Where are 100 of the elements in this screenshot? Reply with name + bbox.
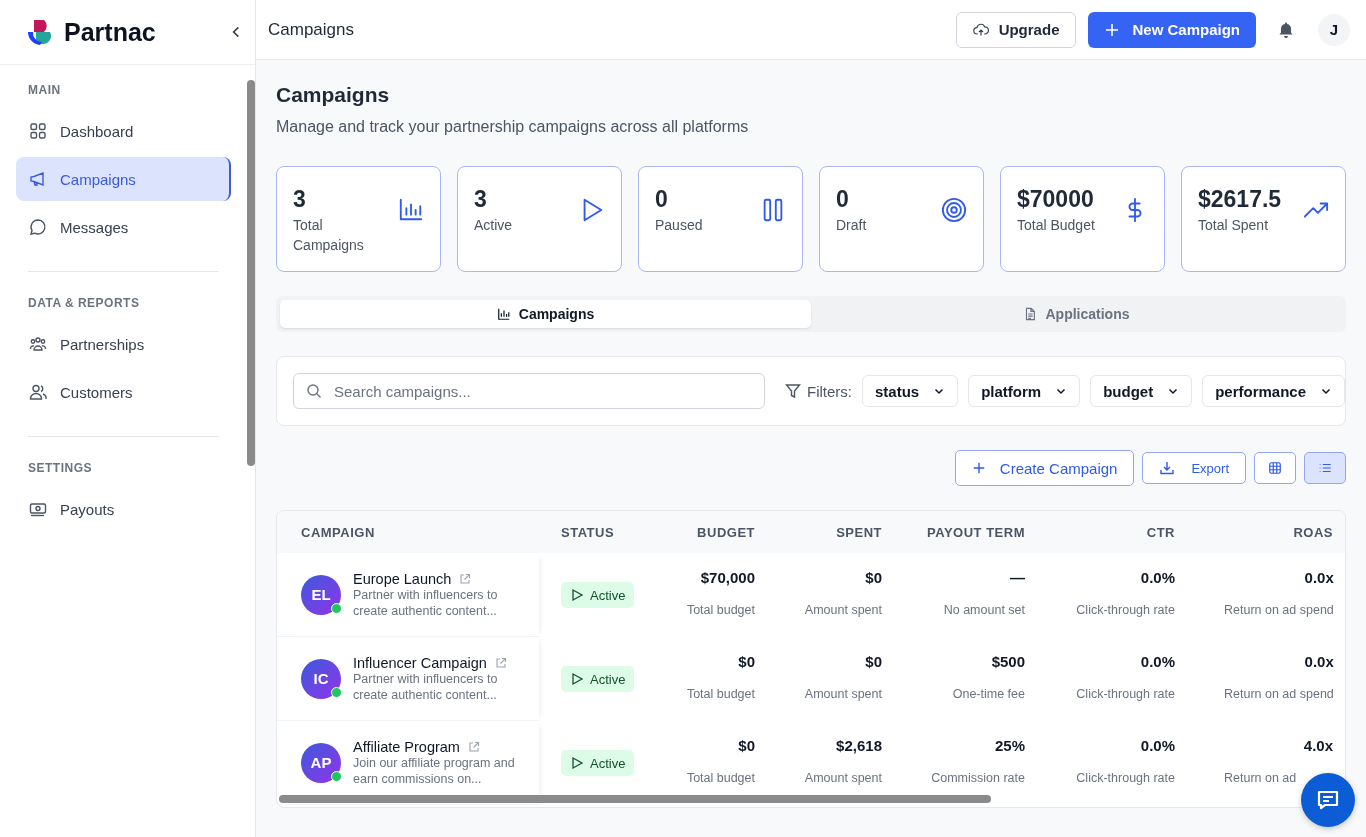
external-link-icon[interactable] <box>459 572 472 585</box>
download-icon <box>1159 460 1176 476</box>
stat-value: $2617.5 <box>1198 185 1282 213</box>
section-heading: SETTINGS <box>27 460 93 477</box>
filter-dropdown[interactable]: performance <box>1202 375 1346 407</box>
status-badge: Active <box>561 666 635 692</box>
nav-item[interactable]: Campaigns <box>16 157 231 201</box>
table-cell-caption: Click-through rate <box>1076 687 1175 701</box>
brand-name: Partnac <box>64 17 157 47</box>
external-link-icon[interactable] <box>467 740 480 753</box>
scrollbar[interactable] <box>279 795 991 803</box>
table-cell-caption: Commission rate <box>931 771 1025 785</box>
user-avatar[interactable]: J <box>1318 13 1350 46</box>
people-icon <box>28 334 48 354</box>
table-cell-caption: Total budget <box>686 687 755 701</box>
campaign-avatar: AP <box>301 742 341 783</box>
table-cell-value: $0 <box>738 653 755 670</box>
table-cell-value: 4.0x <box>1303 737 1333 754</box>
stat-value: 0 <box>836 185 850 213</box>
table-cell-caption: One-time fee <box>952 687 1025 701</box>
filters-label: Filters: <box>807 382 852 400</box>
campaign-avatar: IC <box>301 658 341 699</box>
column-header: ROAS <box>1292 524 1334 540</box>
cloud-upload-icon <box>972 21 989 38</box>
table-cell-value: 0.0x <box>1304 653 1334 670</box>
play-icon <box>570 588 584 602</box>
grid-view-button[interactable] <box>1254 452 1296 484</box>
table-cell-caption: No amount set <box>943 603 1025 617</box>
table-cell-value: 0.0% <box>1140 737 1175 754</box>
table-cell-caption: Amount spent <box>804 687 882 701</box>
campaign-name[interactable]: Europe Launch <box>353 570 452 587</box>
table-cell-caption: Return on ad spend <box>1224 687 1334 701</box>
table-cell-caption: Return on ad <box>1224 771 1297 785</box>
export-button[interactable]: Export <box>1142 452 1246 484</box>
column-header: CAMPAIGN <box>300 524 376 540</box>
table-cell-value: $0 <box>865 569 882 586</box>
stat-label: Active <box>474 216 513 235</box>
online-dot <box>331 602 342 614</box>
column-header: CTR <box>1145 524 1176 540</box>
upgrade-button[interactable]: Upgrade <box>955 11 1077 48</box>
nav-item[interactable]: Dashboard <box>16 109 231 153</box>
status-badge: Active <box>561 750 635 776</box>
table-cell-value: 0.0% <box>1140 569 1175 586</box>
online-dot <box>331 770 342 782</box>
play-icon <box>570 756 584 770</box>
nav-item[interactable]: Payouts <box>16 487 231 531</box>
plus-icon <box>971 461 986 475</box>
stat-label: Total Spent <box>1198 216 1270 235</box>
header-title: Campaigns <box>268 19 354 40</box>
campaign-avatar: EL <box>301 574 341 615</box>
create-campaign-button[interactable]: Create Campaign <box>954 450 1135 486</box>
stat-label: Draft <box>836 216 867 235</box>
campaign-name[interactable]: Influencer Campaign <box>353 654 487 671</box>
target-icon <box>941 197 967 223</box>
plus-icon <box>1104 21 1121 38</box>
chat-button[interactable] <box>1301 773 1355 827</box>
logo-icon <box>26 18 54 46</box>
bar-chart-icon <box>398 197 424 223</box>
stat-value: 3 <box>293 185 307 213</box>
filter-dropdown[interactable]: platform <box>968 375 1081 407</box>
table-cell-caption: Click-through rate <box>1076 603 1175 617</box>
campaign-description: Join our affiliate program and earn commissions on... <box>353 755 516 787</box>
stat-value: 0 <box>655 185 669 213</box>
nav-item[interactable]: Messages <box>16 205 231 249</box>
table-cell-caption: Amount spent <box>804 603 882 617</box>
tab[interactable]: Applications <box>811 300 1342 328</box>
chat-bubble-icon <box>28 217 48 237</box>
stat-value: $70000 <box>1017 185 1095 213</box>
table-cell-caption: Total budget <box>686 771 755 785</box>
search-icon <box>306 383 322 399</box>
page-subtitle: Manage and track your partnership campaigns across all platforms <box>276 117 750 137</box>
column-header: STATUS <box>560 524 616 540</box>
new-campaign-button[interactable]: New Campaign <box>1088 11 1256 48</box>
table-cell-value: — <box>1010 569 1025 586</box>
table-grid-icon <box>1268 461 1282 475</box>
table-cell-value: $70,000 <box>700 569 755 586</box>
campaign-name[interactable]: Affiliate Program <box>353 738 460 755</box>
scrollbar[interactable] <box>247 80 255 466</box>
filter-dropdown[interactable]: status <box>862 375 959 407</box>
table-cell-value: 25% <box>994 737 1025 754</box>
campaign-description: Partner with influencers to create authentic content... <box>353 587 499 619</box>
tab[interactable]: Campaigns <box>280 300 811 328</box>
play-icon <box>570 672 584 686</box>
stat-value: 3 <box>474 185 488 213</box>
users-icon <box>28 382 48 402</box>
table-cell-value: 0.0x <box>1304 569 1334 586</box>
nav-item[interactable]: Partnerships <box>16 322 231 366</box>
bar-chart-icon <box>496 307 511 321</box>
search-field[interactable]: Search campaigns... <box>293 373 765 409</box>
column-header: BUDGET <box>696 524 756 540</box>
filter-icon <box>785 383 801 399</box>
section-heading: DATA & REPORTS <box>27 295 141 312</box>
section-heading: MAIN <box>27 82 62 99</box>
column-header: PAYOUT TERM <box>926 524 1026 540</box>
filter-dropdown[interactable]: budget <box>1090 375 1193 407</box>
list-view-button[interactable] <box>1304 452 1346 484</box>
nav-item[interactable]: Customers <box>16 370 231 414</box>
external-link-icon[interactable] <box>494 656 507 669</box>
table-cell-value: $500 <box>991 653 1025 670</box>
column-header: SPENT <box>835 524 883 540</box>
